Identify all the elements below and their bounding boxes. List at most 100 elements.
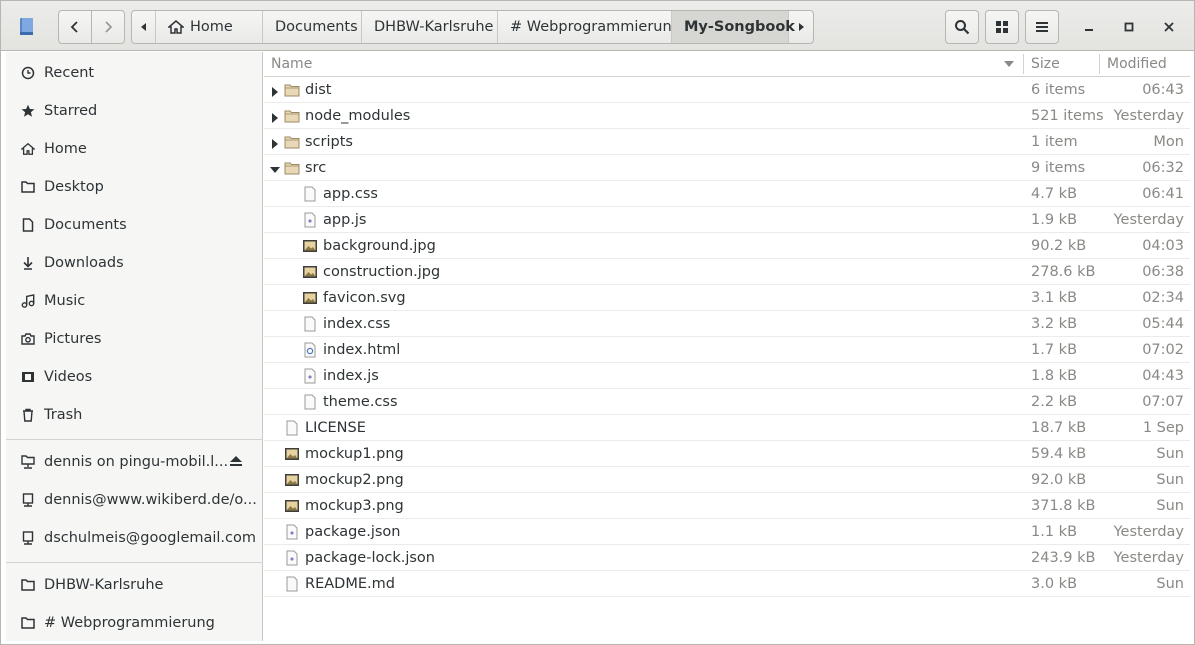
navigation-buttons bbox=[58, 10, 125, 44]
expander-collapsed-icon[interactable] bbox=[270, 111, 280, 123]
sidebar-item-videos[interactable]: Videos bbox=[6, 358, 263, 396]
file-modified: 1 Sep bbox=[1142, 420, 1184, 436]
column-separator bbox=[1099, 54, 1100, 74]
view-mode-button[interactable] bbox=[985, 10, 1019, 44]
breadcrumb-dhbw-karlsruhe[interactable]: DHBW-Karlsruhe bbox=[362, 11, 498, 43]
sidebar-item-label: dschulmeis@googlemail.com bbox=[44, 530, 257, 546]
breadcrumb-label: My-Songbook bbox=[684, 19, 795, 35]
expander-collapsed-icon[interactable] bbox=[270, 85, 280, 97]
sidebar-item-label: Trash bbox=[44, 407, 83, 423]
search-button[interactable] bbox=[945, 10, 979, 44]
sidebar-item-music[interactable]: Music bbox=[6, 282, 263, 320]
home-icon bbox=[20, 141, 36, 157]
sidebar-item-desktop[interactable]: Desktop bbox=[6, 168, 263, 206]
sidebar-item-documents[interactable]: Documents bbox=[6, 206, 263, 244]
file-size: 18.7 kB bbox=[1031, 420, 1087, 436]
file-row[interactable]: background.jpg 90.2 kB 04:03 bbox=[264, 233, 1190, 259]
column-header-name[interactable]: Name bbox=[271, 52, 312, 76]
column-header-size[interactable]: Size bbox=[1031, 52, 1060, 76]
file-row[interactable]: index.js 1.8 kB 04:43 bbox=[264, 363, 1190, 389]
chevron-right-icon bbox=[105, 21, 113, 33]
column-header-modified[interactable]: Modified bbox=[1107, 52, 1167, 76]
file-size: 3.2 kB bbox=[1031, 316, 1078, 332]
file-modified: 04:03 bbox=[1142, 238, 1184, 254]
breadcrumb-webprogrammierung[interactable]: # Webprogrammierung bbox=[498, 11, 681, 43]
path-scroll-right-button[interactable] bbox=[789, 11, 813, 43]
expander-collapsed-icon[interactable] bbox=[270, 137, 280, 149]
file-row[interactable]: app.js 1.9 kB Yesterday bbox=[264, 207, 1190, 233]
music-icon bbox=[20, 293, 36, 309]
sidebar-item-network-google[interactable]: dschulmeis@googlemail.com bbox=[6, 519, 263, 557]
file-size: 278.6 kB bbox=[1031, 264, 1096, 280]
folder-row[interactable]: dist 6 items 06:43 bbox=[264, 77, 1190, 103]
file-modified: 04:43 bbox=[1142, 368, 1184, 384]
folder-icon bbox=[284, 134, 300, 150]
file-size: 2.2 kB bbox=[1031, 394, 1078, 410]
file-row[interactable]: package.json 1.1 kB Yesterday bbox=[264, 519, 1190, 545]
file-modified: Mon bbox=[1153, 134, 1184, 150]
file-row[interactable]: mockup1.png 59.4 kB Sun bbox=[264, 441, 1190, 467]
file-row[interactable]: construction.jpg 278.6 kB 06:38 bbox=[264, 259, 1190, 285]
text-file-icon bbox=[302, 394, 318, 410]
file-name: index.html bbox=[323, 342, 401, 358]
close-button[interactable] bbox=[1159, 17, 1179, 37]
file-size: 4.7 kB bbox=[1031, 186, 1078, 202]
file-name: index.js bbox=[323, 368, 379, 384]
file-size: 59.4 kB bbox=[1031, 446, 1087, 462]
sidebar-item-trash[interactable]: Trash bbox=[6, 396, 263, 434]
minimize-button[interactable] bbox=[1079, 17, 1099, 37]
forward-button[interactable] bbox=[91, 11, 124, 43]
sidebar-item-bookmark-dhbw[interactable]: DHBW-Karlsruhe bbox=[6, 566, 263, 604]
back-button[interactable] bbox=[59, 11, 91, 43]
file-row[interactable]: index.html 1.7 kB 07:02 bbox=[264, 337, 1190, 363]
file-row[interactable]: theme.css 2.2 kB 07:07 bbox=[264, 389, 1190, 415]
grid-view-icon bbox=[996, 21, 1008, 33]
file-row[interactable]: README.md 3.0 kB Sun bbox=[264, 571, 1190, 597]
breadcrumb-my-songbook[interactable]: My-Songbook bbox=[672, 11, 795, 43]
sidebar-item-home[interactable]: Home bbox=[6, 130, 263, 168]
image-file-icon bbox=[284, 446, 300, 462]
file-modified: Sun bbox=[1156, 498, 1184, 514]
file-row[interactable]: mockup2.png 92.0 kB Sun bbox=[264, 467, 1190, 493]
file-modified: Sun bbox=[1156, 472, 1184, 488]
file-row[interactable]: package-lock.json 243.9 kB Yesterday bbox=[264, 545, 1190, 571]
file-name: favicon.svg bbox=[323, 290, 406, 306]
breadcrumb-documents[interactable]: Documents bbox=[263, 11, 362, 43]
folder-row[interactable]: scripts 1 item Mon bbox=[264, 129, 1190, 155]
file-size: 6 items bbox=[1031, 82, 1086, 98]
sidebar-item-starred[interactable]: Starred bbox=[6, 92, 263, 130]
script-file-icon bbox=[284, 550, 300, 566]
sidebar-item-bookmark-webprogrammierung[interactable]: # Webprogrammierung bbox=[6, 604, 263, 642]
file-row[interactable]: LICENSE 18.7 kB 1 Sep bbox=[264, 415, 1190, 441]
file-row[interactable]: favicon.svg 3.1 kB 02:34 bbox=[264, 285, 1190, 311]
breadcrumb-home[interactable]: Home bbox=[156, 11, 263, 43]
folder-icon bbox=[20, 179, 36, 195]
file-row[interactable]: index.css 3.2 kB 05:44 bbox=[264, 311, 1190, 337]
text-file-icon bbox=[302, 186, 318, 202]
file-size: 521 items bbox=[1031, 108, 1104, 124]
sidebar-item-downloads[interactable]: Downloads bbox=[6, 244, 263, 282]
trash-icon bbox=[20, 407, 36, 423]
sidebar-item-recent[interactable]: Recent bbox=[6, 54, 263, 92]
file-size: 9 items bbox=[1031, 160, 1086, 176]
document-icon bbox=[20, 217, 36, 233]
column-header-bar: Name Size Modified bbox=[264, 52, 1190, 77]
folder-row[interactable]: node_modules 521 items Yesterday bbox=[264, 103, 1190, 129]
expander-expanded-icon[interactable] bbox=[270, 163, 280, 173]
folder-row[interactable]: src 9 items 06:32 bbox=[264, 155, 1190, 181]
file-modified: Sun bbox=[1156, 446, 1184, 462]
file-modified: 06:32 bbox=[1142, 160, 1184, 176]
file-row[interactable]: mockup3.png 371.8 kB Sun bbox=[264, 493, 1190, 519]
sort-descending-icon[interactable] bbox=[1004, 61, 1014, 68]
file-row[interactable]: app.css 4.7 kB 06:41 bbox=[264, 181, 1190, 207]
file-size: 1.1 kB bbox=[1031, 524, 1078, 540]
eject-button[interactable] bbox=[229, 455, 243, 471]
sidebar-item-network-pingu[interactable]: dennis on pingu-mobil.l... bbox=[6, 443, 263, 481]
file-size: 3.1 kB bbox=[1031, 290, 1078, 306]
menu-button[interactable] bbox=[1025, 10, 1059, 44]
text-file-icon bbox=[302, 316, 318, 332]
sidebar-item-pictures[interactable]: Pictures bbox=[6, 320, 263, 358]
maximize-button[interactable] bbox=[1119, 17, 1139, 37]
path-scroll-left-button[interactable] bbox=[132, 11, 156, 43]
sidebar-item-network-wikiberd[interactable]: dennis@www.wikiberd.de/o... bbox=[6, 481, 263, 519]
